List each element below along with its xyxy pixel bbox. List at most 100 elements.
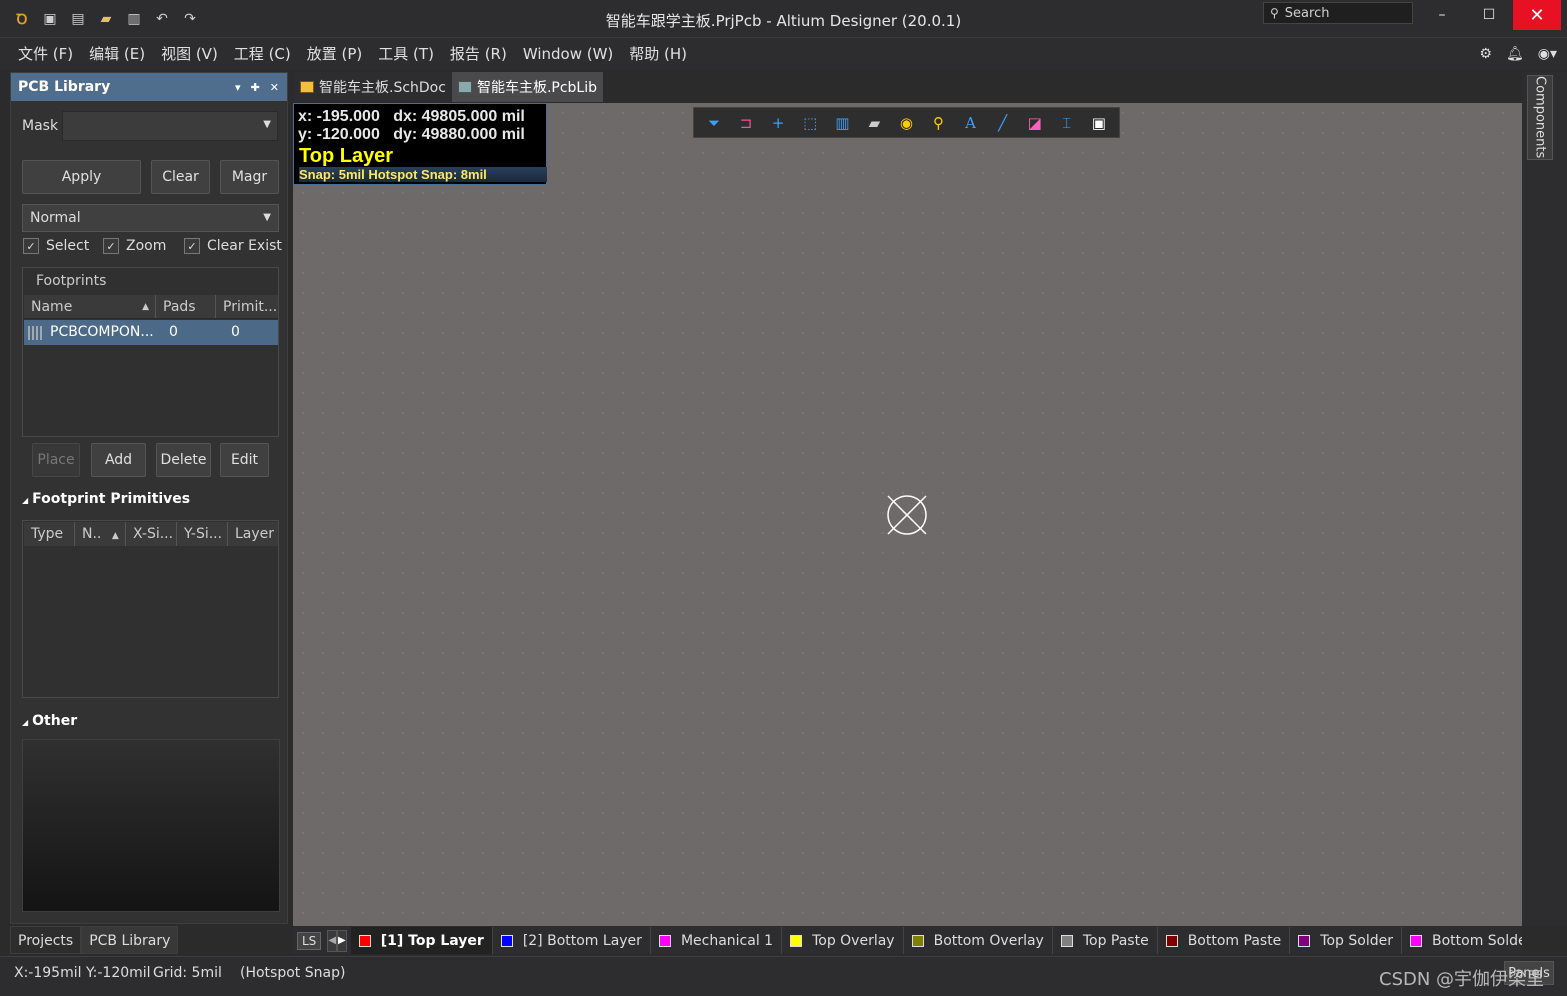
col-n[interactable]: N.. ▲: [75, 522, 126, 546]
layer-tab[interactable]: [2] Bottom Layer: [493, 927, 651, 954]
close-button[interactable]: ✕: [1513, 0, 1561, 30]
footprints-table-header: Name ▲ Pads Primit...: [24, 295, 278, 319]
menu-file[interactable]: 文件 (F): [10, 38, 81, 70]
other-section[interactable]: ◢ Other: [22, 713, 77, 729]
footprint-icon: [28, 325, 42, 340]
pcb-library-icon: [457, 81, 472, 93]
other-preview: [22, 739, 280, 912]
tab-pcblib[interactable]: 智能车主板.PcbLib: [451, 72, 604, 102]
delete-button[interactable]: Delete: [156, 443, 211, 477]
status-grid: Grid: 5mil: [153, 965, 222, 981]
col-type[interactable]: Type: [24, 522, 75, 546]
check-icon: ✓: [23, 238, 39, 254]
gear-icon[interactable]: ⚙: [1479, 46, 1492, 62]
table-row[interactable]: PCBCOMPON... 0 0: [24, 320, 278, 345]
col-layer[interactable]: Layer: [228, 522, 278, 546]
menu-reports[interactable]: 报告 (R): [442, 38, 515, 70]
hud-layer: Top Layer: [299, 145, 394, 167]
align-icon[interactable]: ▥: [831, 112, 853, 134]
pin-icon[interactable]: ✚: [251, 81, 260, 94]
user-icon[interactable]: ◉▾: [1538, 46, 1557, 62]
layer-tab[interactable]: [1] Top Layer: [350, 927, 493, 954]
zoom-checkbox[interactable]: ✓ Zoom: [103, 238, 166, 254]
tab-projects[interactable]: Projects: [10, 926, 82, 954]
col-primitives[interactable]: Primit...: [216, 295, 278, 318]
panel-close-icon[interactable]: ✕: [270, 81, 279, 94]
footprint-primitives-section[interactable]: ◢ Footprint Primitives: [22, 491, 190, 507]
mask-input[interactable]: ▼: [62, 111, 278, 141]
chevron-down-icon: ▼: [263, 119, 271, 130]
footprints-group: Footprints Name ▲ Pads Primit... PCBCOMP…: [22, 267, 279, 437]
apply-button[interactable]: Apply: [22, 160, 141, 194]
tab-pcb-library[interactable]: PCB Library: [81, 926, 179, 954]
component-icon[interactable]: ▰: [863, 112, 885, 134]
layer-tab-label: Bottom Overlay: [933, 932, 1044, 949]
tab-schdoc[interactable]: 智能车主板.SchDoc: [294, 72, 452, 102]
menu-tools[interactable]: 工具 (T): [370, 38, 442, 70]
layer-tab[interactable]: Top Paste: [1053, 927, 1158, 954]
col-y-size[interactable]: Y-Si...: [177, 522, 228, 546]
select-rect-icon[interactable]: ⬚: [799, 112, 821, 134]
layer-tab-label: [1] Top Layer: [380, 932, 484, 949]
layer-tab[interactable]: Bottom Overlay: [904, 927, 1053, 954]
status-bar: X:-195mil Y:-120mil Grid: 5mil (Hotspot …: [0, 956, 1567, 996]
mode-select[interactable]: Normal ▼: [22, 204, 279, 232]
route-icon[interactable]: ⊐: [735, 112, 757, 134]
bell-icon[interactable]: 🔔︎: [1506, 46, 1524, 62]
menu-window[interactable]: Window (W): [515, 38, 621, 70]
panel-menu-icon[interactable]: ▾: [235, 81, 241, 94]
menu-edit[interactable]: 编辑 (E): [81, 38, 153, 70]
region-icon[interactable]: ◪: [1024, 112, 1046, 134]
layer-tab[interactable]: Bottom Paste: [1158, 927, 1291, 954]
menu-project[interactable]: 工程 (C): [226, 38, 299, 70]
layer-next-icon[interactable]: ▶: [337, 929, 347, 952]
footprint-primitives: 0: [231, 324, 240, 340]
search-input[interactable]: ⚲ Search: [1263, 2, 1413, 24]
line-icon[interactable]: ╱: [992, 112, 1014, 134]
maximize-button[interactable]: ☐: [1465, 0, 1513, 30]
layer-prev-icon[interactable]: ◀: [327, 929, 338, 952]
dimension-icon[interactable]: ⌶: [1056, 112, 1078, 134]
layer-set-button[interactable]: LS: [297, 931, 322, 950]
layer-color-swatch: [1298, 934, 1311, 947]
layer-tab[interactable]: Top Solder: [1290, 927, 1402, 954]
col-name[interactable]: Name ▲: [24, 295, 156, 318]
components-tab[interactable]: Components: [1527, 75, 1553, 160]
mask-label: Mask: [22, 118, 59, 134]
hud-dy: dy: 49880.000 mil: [393, 126, 525, 143]
edit-button[interactable]: Edit: [220, 443, 269, 477]
footprints-label: Footprints: [36, 273, 107, 289]
menu-place[interactable]: 放置 (P): [299, 38, 371, 70]
search-placeholder: Search: [1284, 5, 1330, 21]
col-x-size[interactable]: X-Si...: [126, 522, 177, 546]
minimize-button[interactable]: –: [1418, 0, 1466, 30]
clear-button[interactable]: Clear: [151, 160, 210, 194]
layer-tab[interactable]: Mechanical 1: [651, 927, 783, 954]
fill-icon[interactable]: ▣: [1088, 112, 1110, 134]
cross-icon[interactable]: +: [767, 112, 789, 134]
schematic-icon: [300, 81, 314, 93]
magnify-button[interactable]: Magr: [220, 160, 279, 194]
pad-icon[interactable]: ◉: [895, 112, 917, 134]
title-bar: Ꝺ ▣ ▤ ▰ ▥ ↶ ↷ 智能车跟学主板.PrjPcb - Altium De…: [0, 0, 1567, 38]
clear-existing-checkbox[interactable]: ✓ Clear Exist: [184, 238, 282, 254]
layer-tab[interactable]: Top Overlay: [782, 927, 904, 954]
via-icon[interactable]: ⚲: [927, 112, 949, 134]
layer-tab-label: Top Paste: [1082, 932, 1149, 949]
filter-icon[interactable]: ⏷: [703, 112, 725, 134]
tab-schdoc-label: 智能车主板.SchDoc: [319, 80, 446, 96]
col-pads[interactable]: Pads: [156, 295, 216, 318]
watermark: CSDN @宇伽伊梁里: [1379, 969, 1545, 990]
menu-view[interactable]: 视图 (V): [153, 38, 226, 70]
place-button[interactable]: Place: [32, 443, 80, 477]
text-icon[interactable]: A: [960, 112, 982, 134]
select-checkbox[interactable]: ✓ Select: [23, 238, 89, 254]
layer-tab[interactable]: Bottom Solder: [1402, 927, 1522, 954]
menu-help[interactable]: 帮助 (H): [621, 38, 695, 70]
select-label: Select: [46, 238, 90, 254]
add-button[interactable]: Add: [91, 443, 146, 477]
check-icon: ✓: [184, 238, 200, 254]
layer-tab-label: Bottom Paste: [1187, 932, 1282, 949]
check-icon: ✓: [103, 238, 119, 254]
layer-tab-label: Top Overlay: [812, 932, 895, 949]
